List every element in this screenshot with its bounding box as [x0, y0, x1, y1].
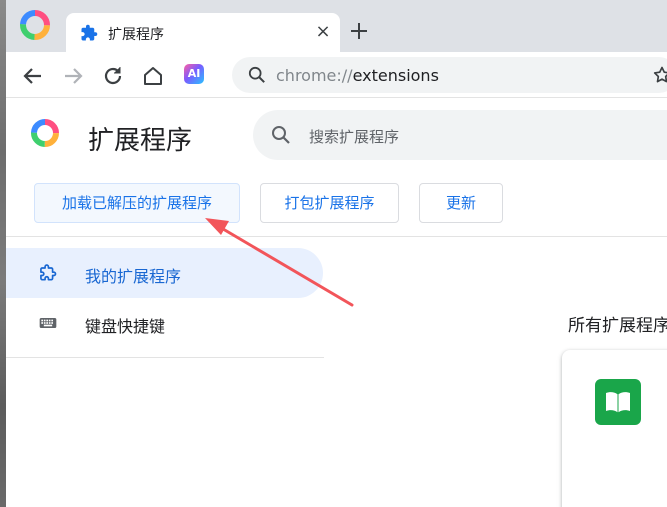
search-input[interactable]: 搜索扩展程序: [309, 126, 399, 147]
section-title: 所有扩展程序: [568, 316, 667, 336]
sidebar-item-label: 我的扩展程序: [85, 267, 182, 286]
sidebar-divider: [6, 357, 324, 358]
search-icon: [248, 66, 265, 83]
extensions-search-field[interactable]: 搜索扩展程序: [253, 110, 667, 160]
pack-extension-button[interactable]: 打包扩展程序: [260, 183, 399, 223]
load-unpacked-button[interactable]: 加载已解压的扩展程序: [34, 183, 240, 223]
tab-extensions[interactable]: 扩展程序 ×: [66, 13, 340, 52]
address-bar[interactable]: chrome://extensions: [232, 57, 667, 93]
url-text: chrome://extensions: [276, 66, 439, 85]
tab-title: 扩展程序: [108, 27, 164, 43]
sidebar-item-keyboard-shortcuts[interactable]: 键盘快捷键: [6, 298, 323, 348]
new-tab-plus-icon[interactable]: [346, 18, 372, 44]
tab-strip: 扩展程序 ×: [6, 0, 667, 52]
browser-toolbar: AI chrome://extensions: [6, 52, 667, 98]
reload-icon[interactable]: [100, 63, 126, 89]
update-button[interactable]: 更新: [419, 183, 503, 223]
back-arrow-icon[interactable]: [20, 63, 46, 89]
home-icon[interactable]: [140, 63, 166, 89]
extensions-page-logo-icon: [31, 119, 59, 147]
page-title: 扩展程序: [88, 126, 193, 156]
extension-book-icon: [595, 379, 641, 425]
header-divider: [6, 236, 667, 237]
bookmark-star-icon[interactable]: [652, 65, 667, 85]
forward-arrow-icon[interactable]: [60, 63, 86, 89]
close-tab-icon[interactable]: ×: [312, 21, 334, 43]
browser-logo-icon[interactable]: [20, 10, 50, 40]
search-icon: [272, 126, 290, 144]
ai-extension-icon[interactable]: AI: [184, 64, 204, 84]
extension-card[interactable]: [562, 350, 667, 507]
sidebar-item-label: 键盘快捷键: [85, 317, 166, 336]
puzzle-icon: [81, 24, 98, 41]
sidebar-item-my-extensions[interactable]: 我的扩展程序: [6, 248, 323, 298]
keyboard-icon: [39, 318, 57, 328]
puzzle-piece-icon: [40, 264, 57, 281]
